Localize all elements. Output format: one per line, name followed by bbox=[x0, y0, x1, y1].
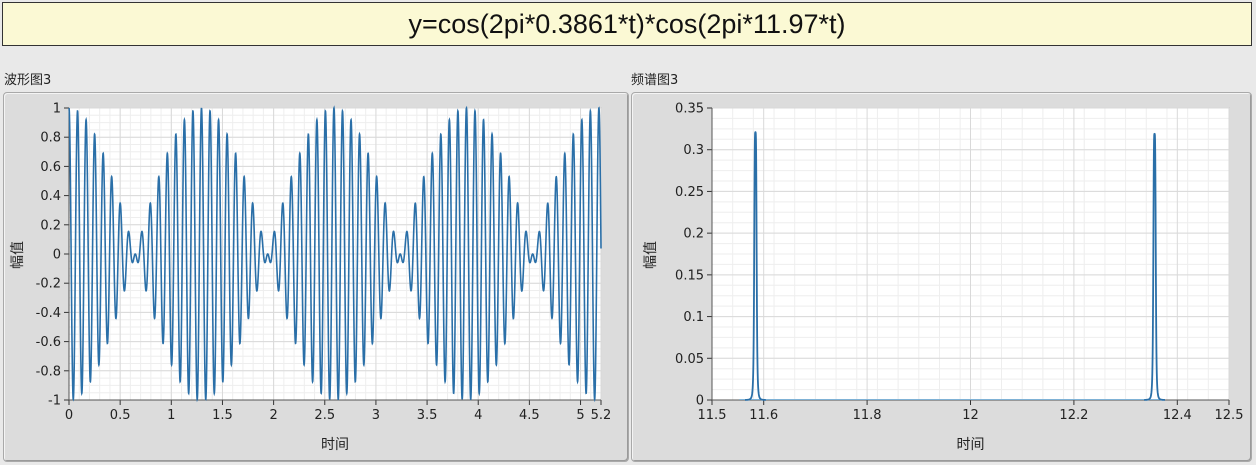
x-tick-label: 3.5 bbox=[417, 408, 438, 423]
y-tick-label: -0.6 bbox=[36, 335, 61, 350]
chart-1: 11.5 11.6 11.8 12 12.2 12.4 12.5 0 0.05 0.1 0.15 0.… bbox=[643, 102, 1243, 454]
x-tick-label: 0.5 bbox=[110, 408, 131, 423]
x-tick-label: 1.5 bbox=[212, 408, 233, 423]
x-tick-label: 1 bbox=[167, 408, 175, 423]
y-tick-label: 0.4 bbox=[40, 189, 61, 204]
x-tick-label: 11.5 bbox=[698, 408, 727, 423]
y-tick-label: 0 bbox=[53, 248, 61, 263]
x-tick-label: 5.2 bbox=[591, 408, 612, 423]
y-axis-label: 幅值 bbox=[643, 241, 659, 269]
y-tick-label: 0.15 bbox=[675, 268, 704, 283]
x-tick-label: 4.5 bbox=[519, 408, 540, 423]
x-tick-label: 4 bbox=[474, 408, 482, 423]
y-tick-label: 0.2 bbox=[683, 227, 704, 242]
y-tick-label: 1 bbox=[53, 102, 61, 117]
y-tick-label: 0.8 bbox=[40, 131, 61, 146]
y-tick-label: 0.6 bbox=[40, 160, 61, 175]
y-axis-label: 幅值 bbox=[10, 241, 26, 269]
x-tick-label: 11.6 bbox=[749, 408, 778, 423]
x-tick-label: 12.2 bbox=[1059, 408, 1088, 423]
x-tick-label: 0 bbox=[65, 408, 73, 423]
x-tick-label: 12.4 bbox=[1163, 408, 1192, 423]
x-tick-label: 12 bbox=[962, 408, 979, 423]
y-tick-label: 0.1 bbox=[683, 310, 704, 325]
x-tick-label: 11.8 bbox=[853, 408, 882, 423]
y-tick-label: -1 bbox=[48, 394, 61, 409]
y-tick-label: 0.3 bbox=[683, 143, 704, 158]
x-tick-label: 2.5 bbox=[314, 408, 335, 423]
y-tick-label: -0.2 bbox=[36, 277, 61, 292]
x-tick-label: 12.5 bbox=[1215, 408, 1244, 423]
x-tick-label: 5 bbox=[576, 408, 584, 423]
y-tick-label: -0.8 bbox=[36, 364, 61, 379]
y-tick-label: 0.05 bbox=[675, 352, 704, 367]
y-tick-label: 0.35 bbox=[675, 102, 704, 117]
x-tick-label: 3 bbox=[372, 408, 380, 423]
y-tick-label: 0 bbox=[696, 394, 704, 409]
chart-0: 0 0.5 1 1.5 2 2.5 3 3.5 4 4.5 5 5.2 -1 -0.8 -0.6 -0.4 -0… bbox=[10, 102, 611, 454]
y-tick-label: -0.4 bbox=[36, 306, 61, 321]
x-tick-label: 2 bbox=[269, 408, 277, 423]
x-axis-label: 时间 bbox=[957, 437, 985, 453]
y-tick-label: 0.2 bbox=[40, 218, 61, 233]
x-axis-label: 时间 bbox=[321, 437, 349, 453]
charts-canvas: 0 0.5 1 1.5 2 2.5 3 3.5 4 4.5 5 5.2-1-0.8-0.6-0.4-0… bbox=[10, 102, 1243, 454]
y-tick-label: 0.25 bbox=[675, 185, 704, 200]
